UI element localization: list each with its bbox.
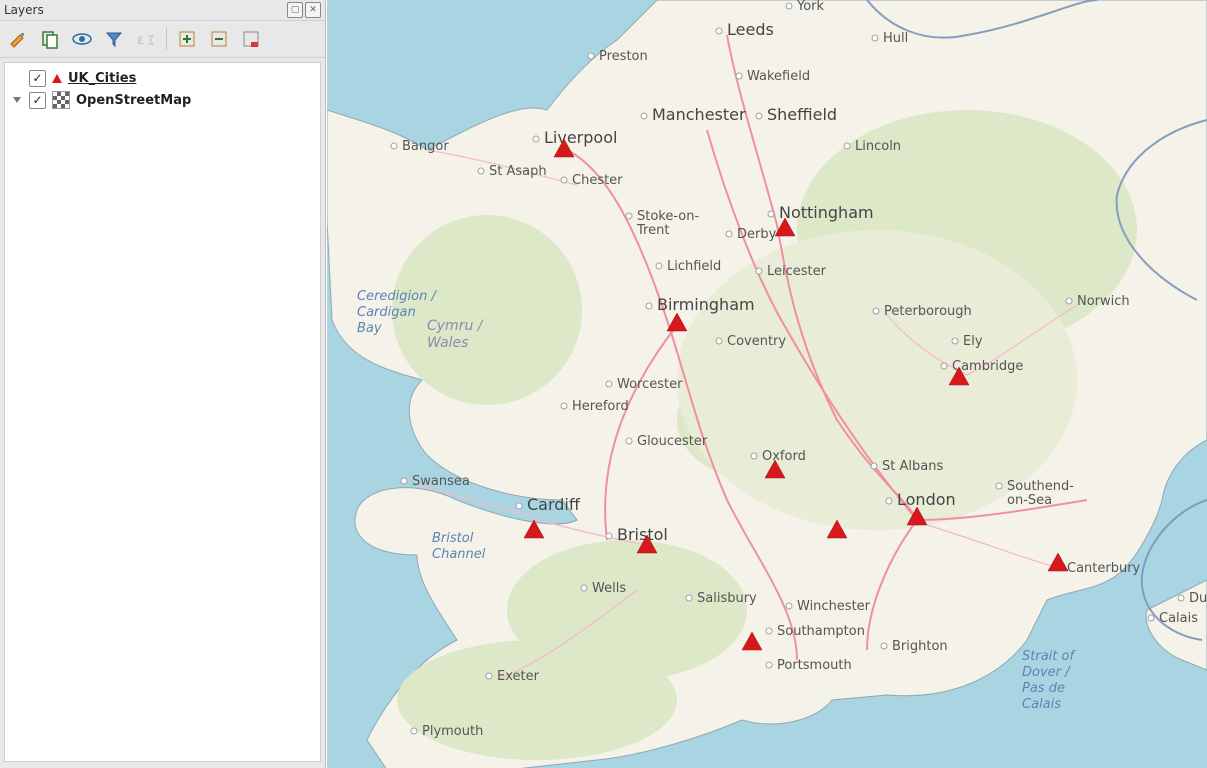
city-label: Derby xyxy=(737,227,777,242)
city-label: Norwich xyxy=(1077,294,1130,309)
city-label: York xyxy=(796,0,825,14)
city-label: London xyxy=(897,490,956,509)
city-label: Plymouth xyxy=(422,724,483,739)
layers-panel-titlebar[interactable]: Layers ▢ ✕ xyxy=(0,0,325,21)
city-label: Oxford xyxy=(762,449,806,464)
city-label: Stoke-on- xyxy=(637,209,699,224)
city-label: Hereford xyxy=(572,399,629,414)
svg-text:ε: ε xyxy=(137,33,144,48)
city-label: Salisbury xyxy=(697,591,757,606)
city-label: Du xyxy=(1189,591,1207,606)
city-label: St Albans xyxy=(882,459,943,474)
region-label: Cymru / xyxy=(427,318,484,334)
city-label: Bangor xyxy=(402,139,449,154)
water-label: Pas de xyxy=(1022,681,1065,696)
layer-name[interactable]: UK_Cities xyxy=(68,71,136,86)
layer-name[interactable]: OpenStreetMap xyxy=(76,93,191,108)
city-label: Southampton xyxy=(777,624,865,639)
city-label: St Asaph xyxy=(489,164,547,179)
expander-placeholder xyxy=(11,72,23,84)
close-icon[interactable]: ✕ xyxy=(305,2,321,18)
layer-checkbox[interactable]: ✓ xyxy=(29,92,46,109)
add-group-button[interactable] xyxy=(38,27,62,51)
city-label: on-Sea xyxy=(1007,493,1052,508)
layers-toolbar: ε xyxy=(0,21,325,58)
city-label: Chester xyxy=(572,173,623,188)
city-label: Manchester xyxy=(652,105,746,124)
city-label: Wells xyxy=(592,581,626,596)
city-label: Hull xyxy=(883,31,908,46)
expression-filter-button[interactable]: ε xyxy=(134,27,158,51)
water-label: Channel xyxy=(432,547,486,562)
expand-all-button[interactable] xyxy=(175,27,199,51)
city-label: Leicester xyxy=(767,264,827,279)
city-label: Birmingham xyxy=(657,295,755,314)
basemap-osm: York Leeds Hull Preston Wakefield Manchester S… xyxy=(327,0,1207,768)
city-label: Exeter xyxy=(497,669,540,684)
city-label: Winchester xyxy=(797,599,871,614)
city-label: Wakefield xyxy=(747,69,810,84)
city-label: Bristol xyxy=(617,525,668,544)
layer-row-osm[interactable]: ✓ OpenStreetMap xyxy=(5,89,320,111)
city-label: Trent xyxy=(636,223,669,238)
city-label: Lichfield xyxy=(667,259,721,274)
layer-row-uk-cities[interactable]: ✓ UK_Cities xyxy=(5,67,320,89)
layers-panel: Layers ▢ ✕ ε xyxy=(0,0,326,768)
toolbar-separator xyxy=(166,28,167,50)
city-label: Portsmouth xyxy=(777,658,852,673)
water-label: Strait of xyxy=(1022,649,1076,664)
city-label: Liverpool xyxy=(544,128,617,147)
triangle-symbol-icon xyxy=(52,74,62,83)
city-label: Brighton xyxy=(892,639,948,654)
city-label: Leeds xyxy=(727,20,774,39)
city-label: Ely xyxy=(963,334,983,349)
water-label: Dover / xyxy=(1022,665,1071,680)
city-label: Coventry xyxy=(727,334,786,349)
filter-legend-button[interactable] xyxy=(102,27,126,51)
region-label: Wales xyxy=(427,335,468,351)
water-label: Calais xyxy=(1022,697,1061,712)
water-label: Cardigan xyxy=(357,305,416,320)
city-label: Lincoln xyxy=(855,139,901,154)
remove-layer-button[interactable] xyxy=(239,27,263,51)
city-label: Peterborough xyxy=(884,304,972,319)
expand-arrow-icon[interactable] xyxy=(11,94,23,106)
map-canvas[interactable]: York Leeds Hull Preston Wakefield Manchester S… xyxy=(327,0,1207,768)
city-label: Preston xyxy=(599,49,648,64)
city-label: Worcester xyxy=(617,377,683,392)
city-label: Nottingham xyxy=(779,203,874,222)
layer-tree[interactable]: ✓ UK_Cities ✓ OpenStreetMap xyxy=(4,62,321,762)
city-label: Gloucester xyxy=(637,434,708,449)
city-label: Cambridge xyxy=(952,359,1023,374)
manage-visibility-button[interactable] xyxy=(70,27,94,51)
raster-symbol-icon xyxy=(52,91,70,109)
city-label: Sheffield xyxy=(767,105,837,124)
water-label: Ceredigion / xyxy=(357,289,437,304)
layer-styling-button[interactable] xyxy=(6,27,30,51)
layer-checkbox[interactable]: ✓ xyxy=(29,70,46,87)
city-label: Cardiff xyxy=(527,495,581,514)
layers-panel-title: Layers xyxy=(4,0,44,20)
collapse-all-button[interactable] xyxy=(207,27,231,51)
dock-icon[interactable]: ▢ xyxy=(287,2,303,18)
city-label: Calais xyxy=(1159,611,1198,626)
city-label: Southend- xyxy=(1007,479,1074,494)
water-label: Bay xyxy=(357,321,382,336)
water-label: Bristol xyxy=(432,531,474,546)
city-label: Swansea xyxy=(412,474,470,489)
city-label: Canterbury xyxy=(1067,561,1141,576)
